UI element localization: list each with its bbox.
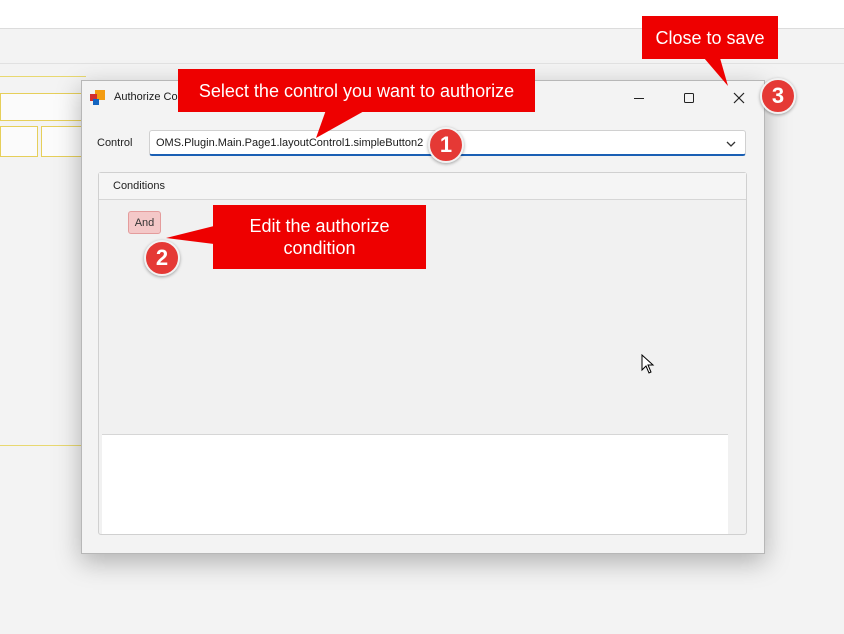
step-badge-1: 1	[428, 127, 464, 163]
minimize-button[interactable]	[616, 81, 662, 115]
background-input[interactable]	[0, 126, 38, 157]
condition-editor-area[interactable]	[102, 434, 728, 534]
close-icon	[733, 92, 745, 104]
callout-close-to-save: Close to save	[642, 16, 778, 59]
step-badge-2: 2	[144, 240, 180, 276]
control-select-value: OMS.Plugin.Main.Page1.layoutControl1.sim…	[156, 137, 424, 149]
app-icon	[90, 90, 106, 106]
callout-tail	[704, 58, 728, 86]
control-label: Control	[97, 137, 133, 149]
step-badge-3: 3	[760, 78, 796, 114]
background-layout-panel	[0, 76, 87, 446]
chevron-down-icon[interactable]	[725, 137, 737, 155]
conditions-header: Conditions	[99, 173, 746, 200]
and-condition-button[interactable]: And	[128, 211, 161, 234]
mouse-cursor-icon	[641, 354, 655, 374]
callout-edit-condition: Edit the authorize condition	[213, 205, 426, 269]
callout-tail	[316, 110, 366, 138]
conditions-title: Conditions	[113, 180, 165, 192]
authorize-control-dialog: Authorize Control Control OMS.Plugin.Mai…	[81, 80, 765, 554]
callout-select-control: Select the control you want to authorize	[178, 69, 535, 112]
maximize-icon	[684, 93, 694, 103]
minimize-icon	[634, 98, 644, 99]
background-input[interactable]	[0, 93, 86, 121]
